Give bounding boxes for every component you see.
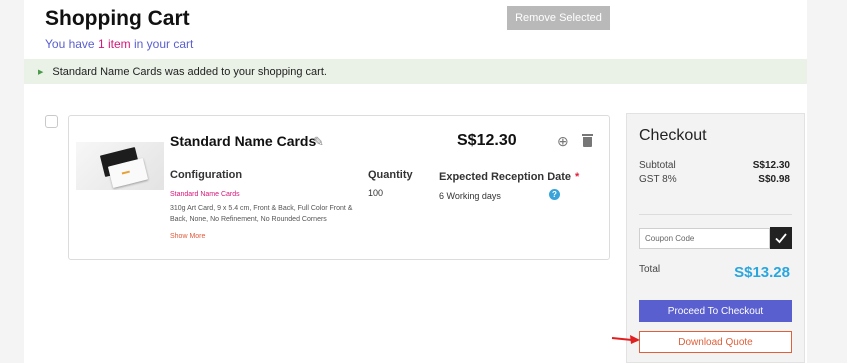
annotation-arrow-icon bbox=[611, 335, 640, 344]
cart-page: Shopping Cart You have 1 item in your ca… bbox=[24, 0, 807, 363]
reception-date-heading-text: Expected Reception Date bbox=[439, 171, 572, 183]
checkout-panel: Checkout Subtotal S$12.30 GST 8% S$0.98 … bbox=[626, 113, 805, 363]
trash-icon-lid bbox=[582, 134, 593, 136]
subtotal-value: S$12.30 bbox=[752, 160, 790, 171]
reception-date-value: 6 Working days bbox=[439, 191, 501, 201]
configuration-product-name: Standard Name Cards bbox=[170, 191, 240, 198]
added-to-cart-notification: ▶ Standard Name Cards was added to your … bbox=[24, 59, 807, 84]
download-quote-button[interactable]: Download Quote bbox=[639, 331, 792, 353]
help-icon[interactable]: ? bbox=[549, 189, 560, 200]
trash-icon[interactable] bbox=[582, 134, 593, 147]
gst-value: S$0.98 bbox=[758, 174, 790, 185]
show-more-link[interactable]: Show More bbox=[170, 233, 205, 240]
quantity-heading: Quantity bbox=[368, 169, 413, 181]
checkout-title: Checkout bbox=[639, 127, 707, 144]
proceed-to-checkout-button[interactable]: Proceed To Checkout bbox=[639, 300, 792, 322]
quantity-value: 100 bbox=[368, 188, 384, 198]
page-title: Shopping Cart bbox=[45, 7, 190, 30]
notification-message: Standard Name Cards was added to your sh… bbox=[52, 65, 327, 78]
cart-summary-suffix: in your cart bbox=[130, 37, 194, 51]
subtotal-label: Subtotal bbox=[639, 160, 676, 171]
select-item-checkbox[interactable] bbox=[45, 115, 58, 128]
trash-icon-bin bbox=[583, 137, 592, 147]
item-price: S$12.30 bbox=[457, 132, 517, 149]
configuration-heading: Configuration bbox=[170, 169, 243, 181]
required-marker: * bbox=[575, 171, 580, 183]
checkmark-icon bbox=[775, 233, 787, 244]
duplicate-icon[interactable]: ⊕ bbox=[557, 133, 569, 150]
total-label: Total bbox=[639, 264, 661, 275]
remove-selected-button[interactable]: Remove Selected bbox=[507, 6, 610, 30]
cart-item: Standard Name Cards ✎ S$12.30 ⊕ Configur… bbox=[68, 115, 610, 260]
configuration-details: 310g Art Card, 9 x 5.4 cm, Front & Back,… bbox=[170, 205, 353, 223]
caret-right-icon: ▶ bbox=[38, 68, 44, 76]
gst-label: GST 8% bbox=[639, 174, 677, 185]
reception-date-heading: Expected Reception Date * bbox=[439, 171, 579, 183]
apply-coupon-button[interactable] bbox=[770, 227, 792, 249]
edit-icon[interactable]: ✎ bbox=[313, 134, 324, 150]
divider bbox=[639, 214, 792, 215]
coupon-code-input[interactable] bbox=[639, 228, 770, 249]
cart-item-count: 1 item bbox=[97, 37, 131, 51]
product-image bbox=[76, 142, 164, 190]
total-value: S$13.28 bbox=[734, 264, 790, 281]
cart-summary-prefix: You have bbox=[45, 37, 98, 51]
cart-summary: You have 1 item in your cart bbox=[45, 37, 193, 51]
product-name: Standard Name Cards bbox=[170, 133, 317, 149]
